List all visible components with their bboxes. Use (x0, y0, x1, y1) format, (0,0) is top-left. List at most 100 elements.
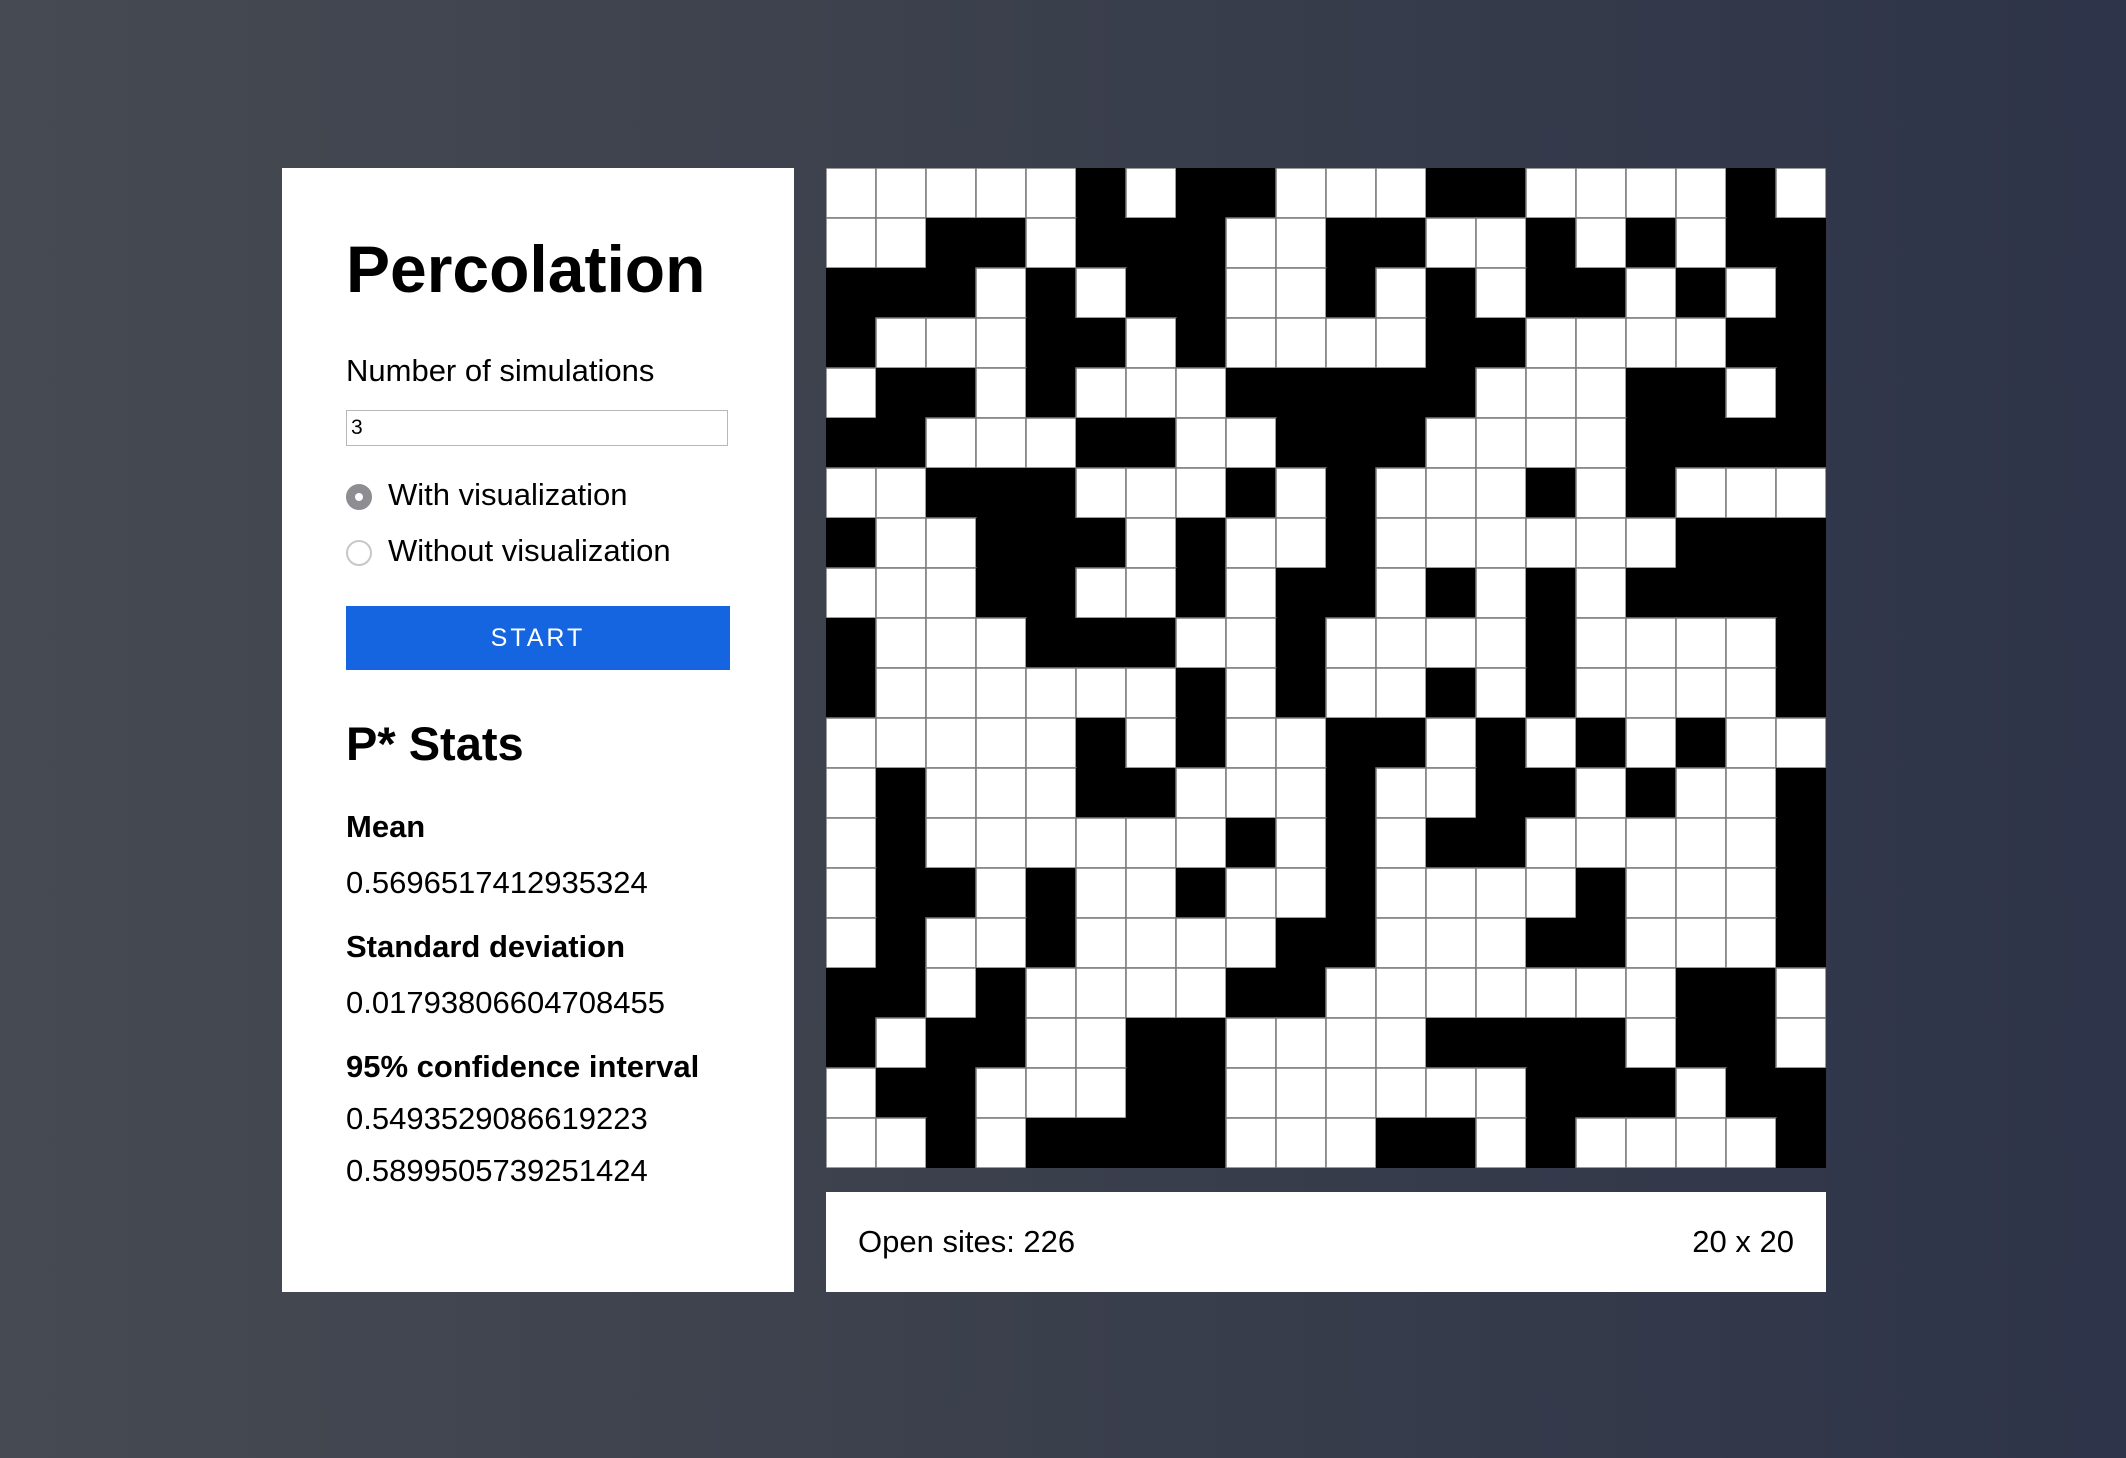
percolation-grid-svg (826, 168, 1826, 1168)
grid-cell-open (1675, 168, 1727, 219)
grid-cell-open (875, 1117, 927, 1168)
grid-cell-open (925, 517, 977, 569)
grid-cell-open (1225, 717, 1277, 769)
grid-cell-open (826, 817, 877, 869)
grid-cell-blocked (1526, 1118, 1576, 1168)
grid-cell-open (1625, 717, 1677, 769)
grid-cell-open (1025, 967, 1077, 1019)
grid-cell-open (875, 168, 927, 219)
grid-cell-blocked (1426, 668, 1476, 718)
radio-with-visualization-control[interactable] (346, 483, 372, 510)
grid-cell-open (1525, 717, 1577, 769)
grid-cell-open (1325, 168, 1377, 219)
grid-cell-open (1275, 717, 1327, 769)
grid-cell-open (1775, 1017, 1826, 1069)
grid-cell-open (1375, 917, 1427, 969)
grid-cell-blocked (1126, 768, 1176, 818)
grid-cell-blocked (926, 1118, 976, 1168)
grid-cell-blocked (1726, 168, 1776, 218)
grid-cell-open (1075, 467, 1127, 519)
open-sites-count: Open sites: 226 (858, 1224, 1076, 1259)
grid-cell-blocked (1426, 818, 1476, 868)
grid-cell-open (1225, 417, 1277, 469)
grid-cell-open (1125, 517, 1177, 569)
grid-cell-open (925, 168, 977, 219)
grid-cell-open (1675, 867, 1727, 919)
grid-cell-open (1025, 767, 1077, 819)
grid-cell-blocked (1326, 568, 1376, 618)
grid-cell-open (1275, 168, 1327, 219)
grid-cell-blocked (1076, 718, 1126, 768)
radio-with-visualization[interactable]: With visualization (346, 476, 627, 513)
grid-cell-blocked (1376, 368, 1426, 418)
grid-cell-blocked (1126, 1068, 1176, 1118)
grid-cell-open (1575, 617, 1627, 669)
grid-cell-blocked (926, 268, 976, 318)
radio-without-visualization[interactable]: Without visualization (346, 532, 671, 569)
grid-cell-open (1325, 617, 1377, 669)
grid-cell-blocked (1276, 968, 1326, 1018)
grid-cell-open (1525, 867, 1577, 919)
grid-cell-open (826, 217, 877, 269)
grid-cell-blocked (1176, 318, 1226, 368)
grid-cell-blocked (826, 668, 876, 718)
grid-cell-open (925, 817, 977, 869)
grid-cell-blocked (1226, 968, 1276, 1018)
grid-cell-open (975, 317, 1027, 369)
grid-cell-open (1375, 667, 1427, 719)
grid-cell-blocked (1326, 218, 1376, 268)
grid-cell-open (1575, 667, 1627, 719)
grid-cell-blocked (1026, 568, 1076, 618)
radio-without-visualization-control[interactable] (346, 539, 372, 566)
grid-cell-blocked (1376, 718, 1426, 768)
grid-cell-open (1075, 567, 1127, 619)
grid-cell-blocked (1176, 868, 1226, 918)
grid-cell-blocked (976, 218, 1026, 268)
grid-cell-open (1025, 1067, 1077, 1119)
grid-cell-open (1525, 367, 1577, 419)
grid-cell-blocked (1176, 518, 1226, 568)
grid-cell-open (1425, 717, 1477, 769)
grid-cell-blocked (1026, 268, 1076, 318)
grid-cell-open (826, 867, 877, 919)
grid-cell-open (1775, 967, 1826, 1019)
grid-cell-open (1625, 817, 1677, 869)
grid-cell-blocked (1776, 918, 1826, 968)
grid-cell-open (826, 717, 877, 769)
grid-cell-blocked (1726, 1018, 1776, 1068)
grid-cell-open (826, 467, 877, 519)
grid-cell-blocked (1126, 418, 1176, 468)
simulations-input[interactable] (346, 410, 728, 446)
grid-cell-blocked (1776, 368, 1826, 418)
grid-cell-open (1025, 217, 1077, 269)
grid-cell-blocked (1126, 618, 1176, 668)
grid-cell-blocked (1626, 768, 1676, 818)
grid-cell-blocked (1026, 868, 1076, 918)
grid-cell-blocked (1326, 868, 1376, 918)
grid-cell-open (826, 1117, 877, 1168)
grid-cell-open (975, 417, 1027, 469)
grid-cell-blocked (1776, 568, 1826, 618)
grid-cell-open (975, 717, 1027, 769)
grid-cell-open (1625, 267, 1677, 319)
grid-cell-open (1375, 1067, 1427, 1119)
grid-cell-open (1025, 168, 1077, 219)
start-button[interactable]: START (346, 606, 730, 670)
grid-cell-blocked (876, 1068, 926, 1118)
grid-cell-open (1125, 717, 1177, 769)
grid-cell-open (1275, 1067, 1327, 1119)
grid-cell-blocked (976, 1018, 1026, 1068)
grid-cell-blocked (1676, 368, 1726, 418)
grid-cell-blocked (926, 368, 976, 418)
grid-cell-open (1725, 467, 1777, 519)
grid-cell-open (1425, 867, 1477, 919)
grid-cell-open (1175, 767, 1227, 819)
grid-cell-open (1225, 267, 1277, 319)
grid-cell-open (1325, 317, 1377, 369)
grid-cell-blocked (826, 618, 876, 668)
grid-cell-open (1375, 967, 1427, 1019)
grid-cell-blocked (1026, 918, 1076, 968)
grid-cell-open (1425, 517, 1477, 569)
grid-cell-open (1175, 617, 1227, 669)
grid-cell-open (1475, 417, 1527, 469)
